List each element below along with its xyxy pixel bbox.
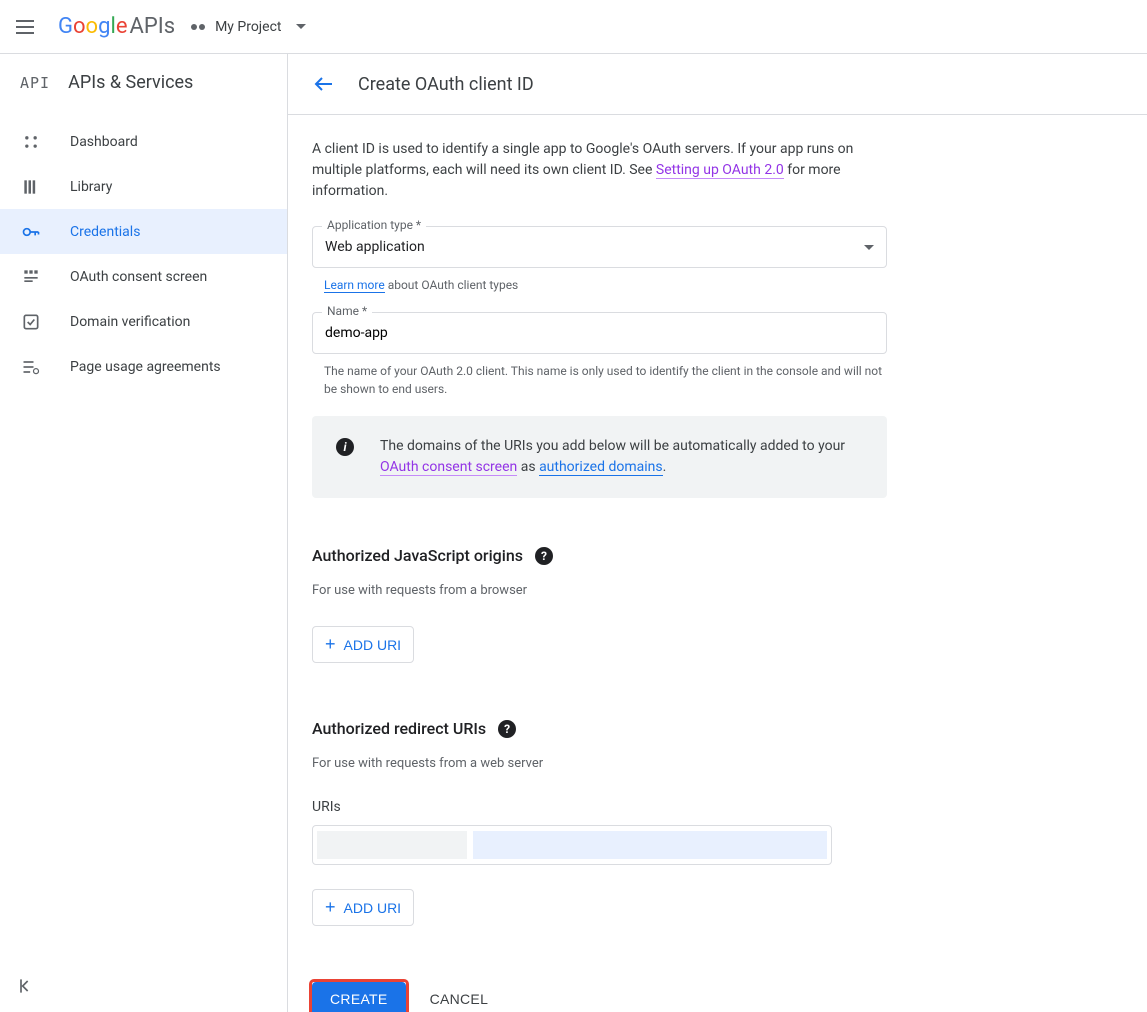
api-badge: API (20, 74, 50, 92)
top-bar: Google APIs My Project (0, 0, 1147, 54)
sidebar-item-dashboard[interactable]: Dashboard (0, 119, 287, 164)
sidebar-item-credentials[interactable]: Credentials (0, 209, 287, 254)
info-icon: i (336, 438, 354, 456)
redacted-uri-part (473, 831, 827, 859)
google-apis-logo[interactable]: Google APIs (58, 14, 175, 39)
project-selector[interactable]: My Project (189, 17, 305, 37)
name-field: Name * (312, 312, 887, 354)
sidebar-item-library[interactable]: Library (0, 164, 287, 209)
dropdown-caret-icon (296, 24, 306, 29)
name-helper: The name of your OAuth 2.0 client. This … (324, 362, 884, 398)
main-panel: Create OAuth client ID A client ID is us… (288, 54, 1147, 1012)
page-title: Create OAuth client ID (358, 74, 534, 95)
sidebar-item-label: Library (70, 179, 112, 195)
add-uri-button-js[interactable]: + ADD URI (312, 626, 414, 663)
checkbox-icon (20, 311, 42, 333)
uris-label: URIs (312, 799, 1123, 815)
js-origins-subtitle: For use with requests from a browser (312, 583, 1123, 598)
library-icon (20, 176, 42, 198)
cancel-button[interactable]: CANCEL (430, 991, 489, 1007)
sidebar-header: API APIs & Services (0, 54, 287, 111)
sidebar-item-label: Domain verification (70, 314, 190, 330)
project-name: My Project (215, 19, 281, 35)
redirect-uri-input[interactable] (312, 825, 832, 865)
learn-more-link[interactable]: Learn more (324, 278, 385, 293)
add-uri-button-redirect[interactable]: + ADD URI (312, 889, 414, 926)
redirect-uris-section: Authorized redirect URIs ? For use with … (312, 719, 1123, 926)
sidebar-item-label: Credentials (70, 224, 140, 240)
create-button[interactable]: CREATE (312, 982, 406, 1012)
sidebar-item-oauth-consent[interactable]: OAuth consent screen (0, 254, 287, 299)
setting-up-oauth-link[interactable]: Setting up OAuth 2.0 (656, 162, 784, 179)
project-dots-icon (189, 17, 209, 37)
name-input[interactable] (325, 325, 874, 341)
authorized-domains-link[interactable]: authorized domains (539, 459, 663, 476)
name-label: Name * (322, 304, 372, 318)
application-type-value: Web application (325, 239, 425, 255)
dashboard-icon (20, 131, 42, 153)
info-banner: i The domains of the URIs you add below … (312, 416, 887, 498)
js-origins-title: Authorized JavaScript origins (312, 546, 523, 565)
collapse-sidebar-icon[interactable] (16, 976, 271, 996)
sidebar-item-label: Page usage agreements (70, 359, 221, 375)
application-type-label: Application type * (322, 218, 426, 232)
sidebar-item-label: Dashboard (70, 134, 138, 150)
oauth-consent-link[interactable]: OAuth consent screen (380, 459, 517, 476)
app-type-helper: Learn more about OAuth client types (324, 276, 884, 294)
sidebar-item-label: OAuth consent screen (70, 269, 207, 285)
sidebar: API APIs & Services Dashboard Library Cr… (0, 54, 288, 1012)
action-buttons: CREATE CANCEL (312, 982, 1123, 1012)
key-icon (20, 221, 42, 243)
plus-icon: + (325, 634, 336, 655)
logo-suffix: APIs (129, 14, 175, 39)
page-header: Create OAuth client ID (288, 54, 1147, 115)
sidebar-title-text: APIs & Services (68, 72, 193, 93)
help-icon[interactable]: ? (535, 547, 553, 565)
sidebar-item-domain-verification[interactable]: Domain verification (0, 299, 287, 344)
sidebar-item-page-usage[interactable]: Page usage agreements (0, 344, 287, 389)
help-icon[interactable]: ? (498, 720, 516, 738)
consent-icon (20, 266, 42, 288)
redacted-uri-part (317, 831, 467, 859)
dropdown-caret-icon (864, 245, 874, 250)
application-type-field: Application type * Web application (312, 226, 887, 268)
back-arrow-icon[interactable] (312, 72, 336, 96)
page-description: A client ID is used to identify a single… (312, 139, 892, 202)
list-gear-icon (20, 356, 42, 378)
js-origins-section: Authorized JavaScript origins ? For use … (312, 546, 1123, 663)
hamburger-menu-icon[interactable] (16, 15, 40, 39)
sidebar-nav: Dashboard Library Credentials OAuth cons… (0, 111, 287, 389)
redirect-subtitle: For use with requests from a web server (312, 756, 1123, 771)
redirect-title: Authorized redirect URIs (312, 719, 486, 738)
application-type-select[interactable]: Web application (312, 226, 887, 268)
plus-icon: + (325, 897, 336, 918)
